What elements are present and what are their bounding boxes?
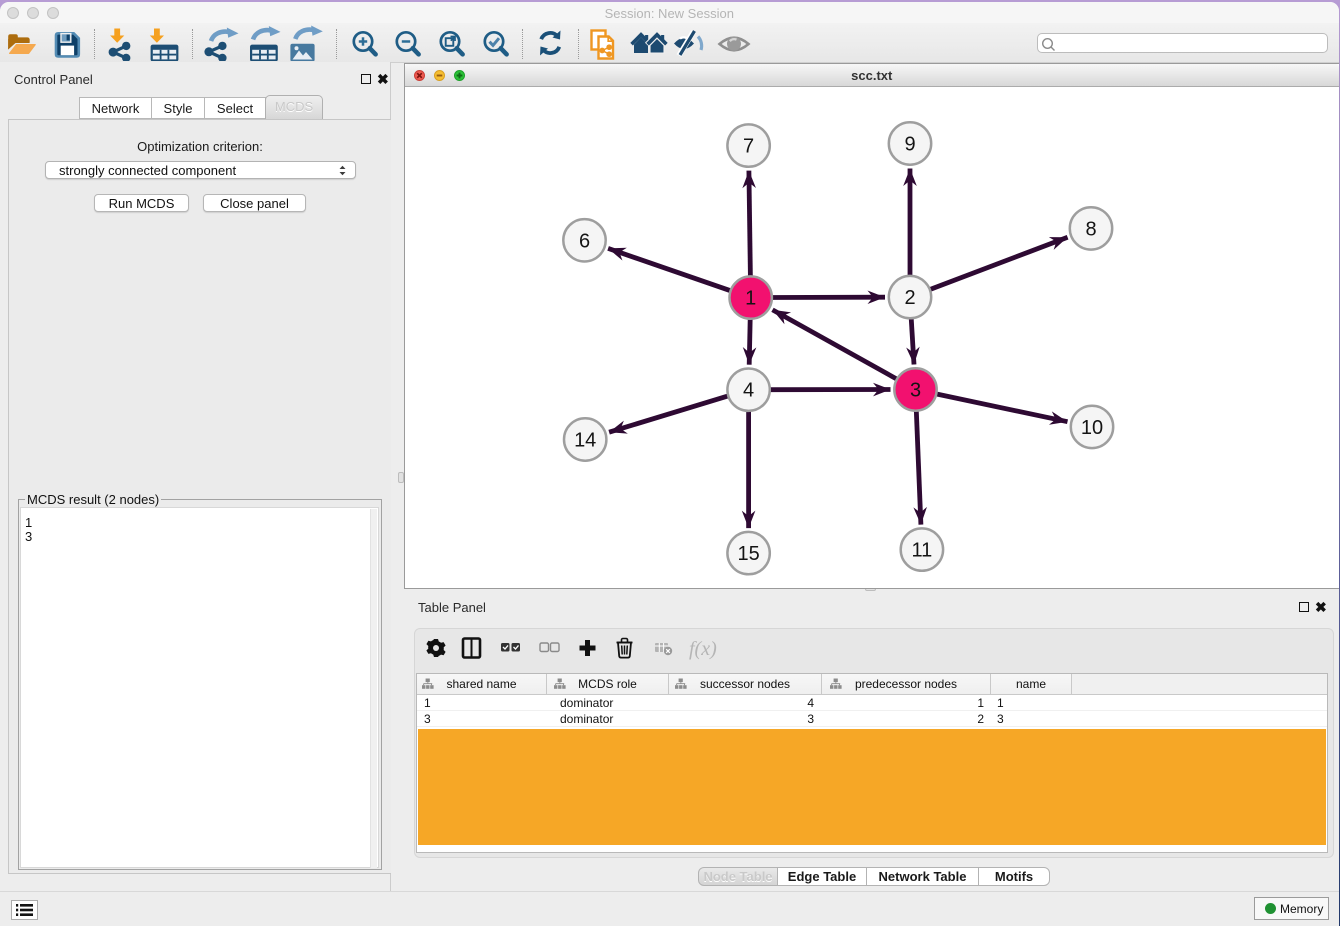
svg-text:15: 15 [737,543,759,565]
svg-text:10: 10 [1081,417,1103,439]
svg-text:6: 6 [579,230,590,252]
svg-text:7: 7 [743,136,754,158]
svg-text:9: 9 [904,134,915,156]
svg-text:2: 2 [904,287,915,309]
svg-text:3: 3 [910,380,921,402]
svg-text:f(x): f(x) [689,638,717,660]
svg-text:11: 11 [912,540,933,562]
svg-text:8: 8 [1085,218,1096,240]
svg-text:14: 14 [574,430,596,452]
svg-text:4: 4 [743,380,754,402]
svg-text:1: 1 [745,288,756,310]
